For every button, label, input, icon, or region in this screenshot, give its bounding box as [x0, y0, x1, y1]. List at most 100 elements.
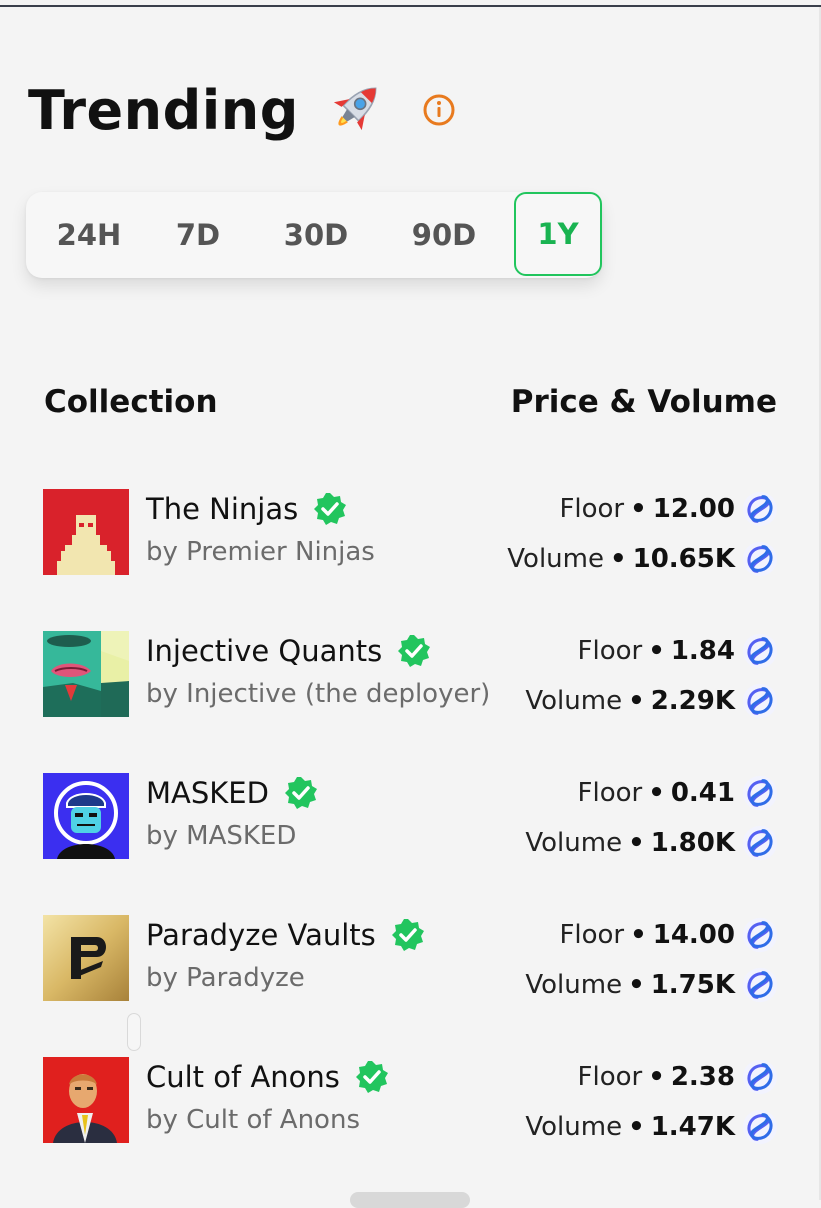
volume-value: 2.29K: [650, 686, 735, 716]
volume-stat: Volume • 2.29K: [525, 681, 779, 721]
tab-7d[interactable]: 7D: [146, 196, 250, 274]
injective-token-icon: [742, 1059, 778, 1095]
collection-name-line: MASKED: [146, 775, 319, 811]
price-volume-column-header: Price & Volume: [510, 384, 777, 420]
collection-column-header: Collection: [44, 384, 218, 420]
collection-creator: by Cult of Anons: [146, 1105, 360, 1135]
scroll-handle[interactable]: [127, 1013, 141, 1051]
title-row: Trending: [28, 70, 455, 150]
floor-stat: Floor • 14.00: [559, 915, 779, 955]
injective-token-icon: [742, 633, 778, 669]
injective-token-icon: [742, 683, 778, 719]
collection-avatar: [43, 773, 129, 859]
collection-name-line: Injective Quants: [146, 633, 432, 669]
collection-avatar: [43, 631, 129, 717]
separator-dot: •: [630, 920, 647, 950]
separator-dot: •: [648, 1062, 665, 1092]
collection-name-line: Cult of Anons: [146, 1059, 390, 1095]
floor-value: 1.84: [670, 636, 735, 666]
collection-row[interactable]: Paradyze Vaults by Paradyze Floor • 14.0…: [0, 915, 821, 1005]
injective-token-icon: [742, 967, 778, 1003]
tab-1y[interactable]: 1Y: [514, 192, 602, 276]
volume-stat: Volume • 1.47K: [525, 1107, 779, 1147]
collection-creator: by Premier Ninjas: [146, 537, 375, 567]
collection-name[interactable]: Paradyze Vaults: [146, 918, 376, 952]
floor-stat: Floor • 0.41: [578, 773, 779, 813]
floor-value: 14.00: [652, 920, 735, 950]
collection-name-line: The Ninjas: [146, 491, 348, 527]
collection-name[interactable]: MASKED: [146, 776, 269, 810]
injective-token-icon: [742, 825, 778, 861]
collection-row[interactable]: Injective Quants by Injective (the deplo…: [0, 631, 821, 721]
collection-name-line: Paradyze Vaults: [146, 917, 426, 953]
floor-label: Floor: [577, 636, 643, 666]
separator-dot: •: [648, 636, 665, 666]
injective-token-icon: [742, 917, 778, 953]
collection-creator: by MASKED: [146, 821, 297, 851]
volume-stat: Volume • 1.80K: [525, 823, 779, 863]
verified-badge-icon: [391, 919, 424, 951]
volume-label: Volume: [525, 686, 623, 716]
volume-label: Volume: [525, 828, 623, 858]
injective-token-icon: [742, 775, 778, 811]
volume-value: 1.47K: [650, 1112, 735, 1142]
floor-value: 12.00: [652, 494, 735, 524]
floor-label: Floor: [559, 494, 625, 524]
collection-creator: by Paradyze: [146, 963, 305, 993]
verified-badge-icon: [398, 635, 431, 667]
separator-dot: •: [628, 686, 645, 716]
collection-row[interactable]: The Ninjas by Premier Ninjas Floor • 12.…: [0, 489, 821, 579]
verified-badge-icon: [355, 1061, 388, 1093]
ninja-avatar-image: [43, 489, 129, 575]
floor-value: 0.41: [670, 778, 735, 808]
tab-24h[interactable]: 24H: [34, 196, 144, 274]
injective-token-icon: [742, 491, 778, 527]
timeframe-tabs: 24H 7D 30D 90D 1Y: [26, 192, 602, 278]
collection-creator: by Injective (the deployer): [146, 679, 491, 709]
home-indicator: [350, 1192, 470, 1208]
separator-dot: •: [628, 1112, 645, 1142]
rocket-icon: [333, 87, 377, 131]
volume-stat: Volume • 10.65K: [507, 539, 779, 579]
floor-stat: Floor • 12.00: [559, 489, 779, 529]
page-title: Trending: [28, 78, 299, 142]
volume-label: Volume: [525, 970, 623, 1000]
info-icon[interactable]: [423, 94, 455, 126]
floor-label: Floor: [577, 1062, 643, 1092]
volume-value: 10.65K: [632, 544, 735, 574]
top-border: [0, 5, 821, 7]
paradyze-avatar-image: [43, 915, 129, 1001]
injective-token-icon: [742, 1109, 778, 1145]
volume-value: 1.75K: [650, 970, 735, 1000]
collection-avatar: [43, 1057, 129, 1143]
collection-avatar: [43, 489, 129, 575]
floor-stat: Floor • 2.38: [578, 1057, 779, 1097]
floor-stat: Floor • 1.84: [578, 631, 779, 671]
volume-stat: Volume • 1.75K: [525, 965, 779, 1005]
tab-90d[interactable]: 90D: [382, 196, 506, 274]
collection-name[interactable]: The Ninjas: [146, 492, 298, 526]
tab-30d[interactable]: 30D: [262, 196, 370, 274]
volume-label: Volume: [525, 1112, 623, 1142]
floor-value: 2.38: [670, 1062, 735, 1092]
collection-row[interactable]: Cult of Anons by Cult of Anons Floor • 2…: [0, 1057, 821, 1147]
collection-name[interactable]: Cult of Anons: [146, 1060, 340, 1094]
separator-dot: •: [628, 970, 645, 1000]
separator-dot: •: [609, 544, 627, 574]
floor-label: Floor: [559, 920, 625, 950]
quants-avatar-image: [43, 631, 129, 717]
verified-badge-icon: [314, 493, 347, 525]
separator-dot: •: [628, 828, 645, 858]
collection-row[interactable]: MASKED by MASKED Floor • 0.41 Volume • 1…: [0, 773, 821, 863]
collection-avatar: [43, 915, 129, 1001]
collection-name[interactable]: Injective Quants: [146, 634, 382, 668]
verified-badge-icon: [284, 777, 317, 809]
volume-label: Volume: [507, 544, 604, 574]
volume-value: 1.80K: [650, 828, 735, 858]
separator-dot: •: [630, 494, 647, 524]
floor-label: Floor: [577, 778, 643, 808]
injective-token-icon: [742, 541, 778, 577]
cult-avatar-image: [43, 1057, 129, 1143]
masked-avatar-image: [43, 773, 129, 859]
separator-dot: •: [648, 778, 665, 808]
